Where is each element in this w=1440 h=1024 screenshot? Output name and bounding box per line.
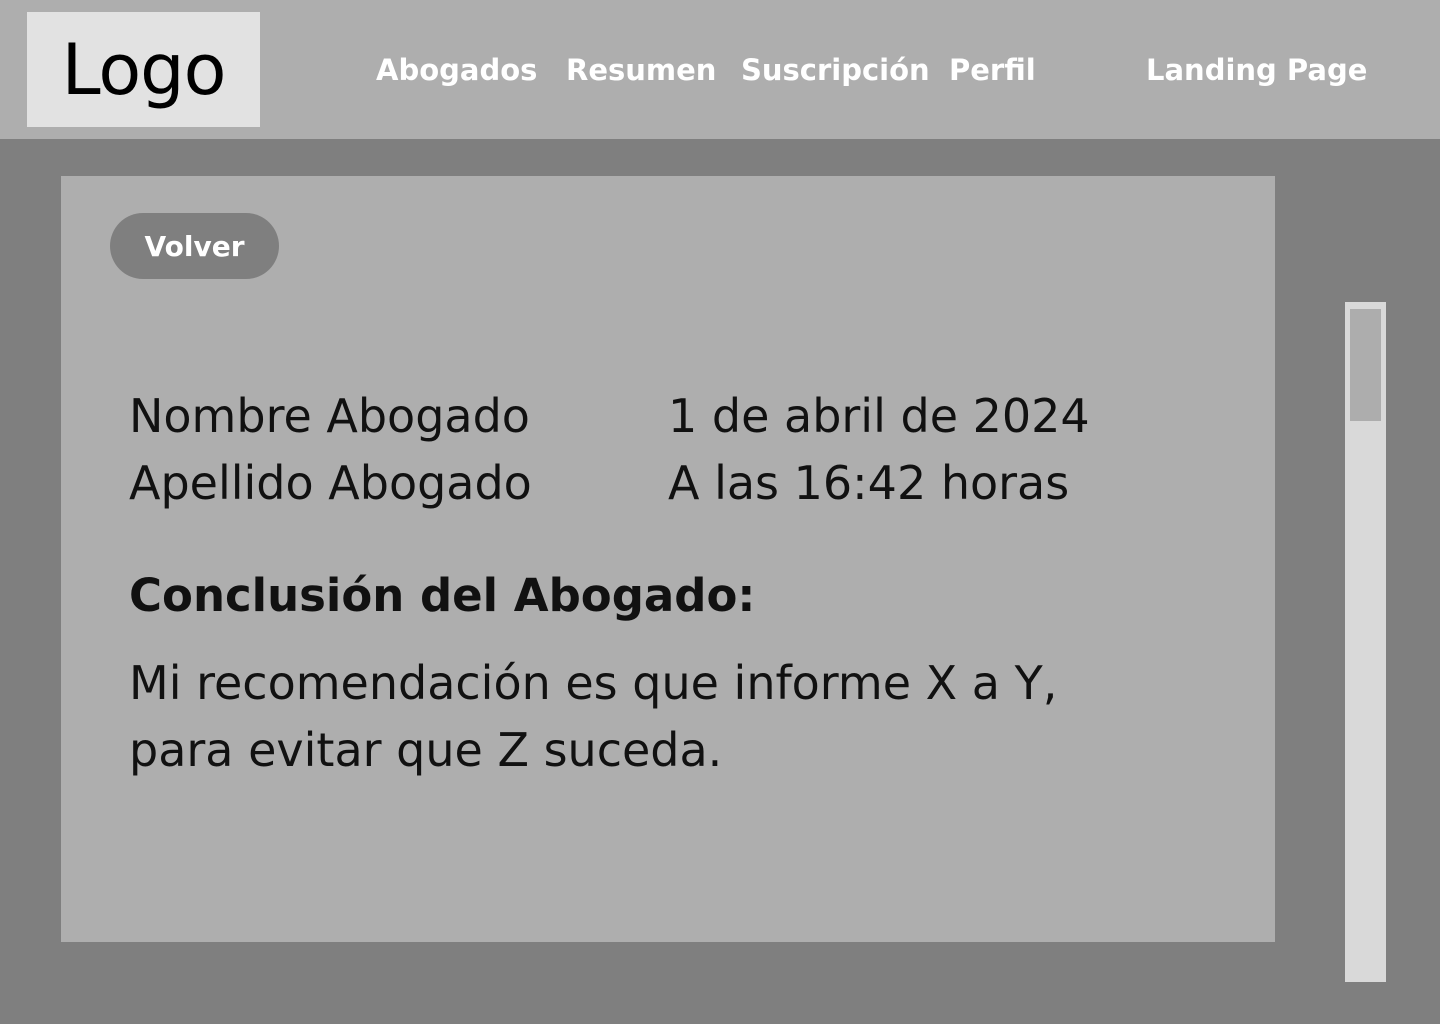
summary-card: Volver Nombre Abogado Apellido Abogado 1…	[61, 176, 1275, 942]
lawyer-name-block: Nombre Abogado Apellido Abogado	[129, 383, 532, 517]
conclusion-heading: Conclusión del Abogado:	[129, 569, 756, 622]
conclusion-line-2: para evitar que Z suceda.	[129, 723, 723, 777]
scrollbar-thumb[interactable]	[1350, 309, 1381, 421]
conclusion-text: Mi recomendación es que informe X a Y, p…	[129, 650, 1149, 784]
back-button[interactable]: Volver	[110, 213, 279, 279]
scrollbar-track[interactable]	[1345, 302, 1386, 982]
nav-item-suscripcion[interactable]: Suscripción	[741, 50, 930, 90]
nav-item-perfil[interactable]: Perfil	[949, 50, 1036, 90]
lawyer-first-name: Nombre Abogado	[129, 389, 530, 443]
consultation-time: A las 16:42 horas	[668, 456, 1070, 510]
nav-item-resumen[interactable]: Resumen	[566, 50, 716, 90]
nav-item-landing-page[interactable]: Landing Page	[1146, 50, 1367, 90]
conclusion-line-1: Mi recomendación es que informe X a Y,	[129, 656, 1058, 710]
consultation-datetime-block: 1 de abril de 2024 A las 16:42 horas	[668, 383, 1090, 517]
top-navigation-bar: Logo Abogados Resumen Suscripción Perfil…	[0, 0, 1440, 139]
consultation-date: 1 de abril de 2024	[668, 389, 1090, 443]
lawyer-last-name: Apellido Abogado	[129, 456, 532, 510]
logo[interactable]: Logo	[27, 12, 260, 127]
nav-item-abogados[interactable]: Abogados	[376, 50, 537, 90]
